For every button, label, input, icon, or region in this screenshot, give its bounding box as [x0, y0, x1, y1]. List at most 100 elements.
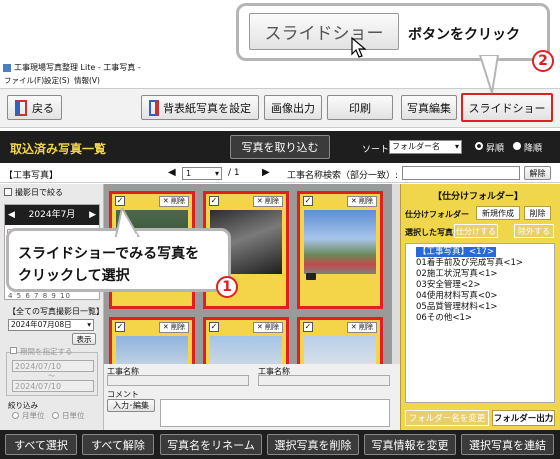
delete-selected-button[interactable]: 選択写真を削除 — [267, 434, 359, 455]
edit-photo-info-button[interactable]: 写真情報を変更 — [364, 434, 456, 455]
search-clear-button[interactable]: 解除 — [524, 166, 551, 180]
thumb-checkbox[interactable]: ✓ — [209, 322, 219, 332]
set-wallpaper-button[interactable]: 背表紙写真を設定 — [141, 95, 259, 120]
desc-label: 降順 — [524, 144, 543, 154]
photo-edit-button[interactable]: 写真編集 — [401, 95, 457, 120]
all-dates-label: 【全ての写真撮影日一覧】 — [8, 307, 104, 316]
thumb-checkbox[interactable]: ✓ — [209, 196, 219, 206]
deselect-all-button[interactable]: すべて解除 — [82, 434, 154, 455]
range-to-field[interactable]: 2024/07/10 — [12, 380, 94, 392]
date-select[interactable]: 2024年07月08日 ▾ — [8, 319, 94, 331]
thumb-delete-button[interactable]: ✕ 削除 — [346, 196, 377, 207]
menu-info[interactable]: 情報(V) — [74, 75, 100, 86]
thumb-delete-button[interactable]: ✕ 削除 — [158, 196, 189, 207]
image-output-button[interactable]: 画像出力 — [264, 95, 322, 120]
callout-slideshow-button: スライドショー — [249, 13, 399, 50]
radio-desc[interactable] — [513, 142, 521, 150]
chevron-down-icon: ▾ — [87, 320, 91, 329]
import-photos-button[interactable]: 写真を取り込む — [230, 135, 330, 159]
app-icon — [3, 64, 11, 72]
tree-item[interactable]: 02施工状況写真<1> — [416, 269, 554, 280]
callout-left-line1: スライドショーでみる写真を — [18, 246, 200, 262]
new-folder-button[interactable]: 新規作成 — [476, 206, 520, 220]
step-2-badge: 2 — [532, 50, 554, 72]
join-selected-button[interactable]: 選択写真を連結 — [461, 434, 554, 455]
back-button[interactable]: 戻る — [7, 95, 62, 120]
by-day-label: 日単位 — [62, 411, 85, 420]
photo-thumbnail — [210, 336, 282, 364]
range-checkbox[interactable] — [10, 347, 17, 354]
sort-label: ソート — [362, 145, 390, 155]
list-title: 取込済み写真一覧 — [10, 142, 107, 156]
thumb-checkbox[interactable]: ✓ — [115, 322, 125, 332]
date-filter-checkbox[interactable] — [4, 188, 12, 196]
tree-item[interactable]: 05品質管理材料<1> — [416, 302, 554, 313]
tree-item-root[interactable]: 【工事写真】<17> — [416, 247, 554, 258]
page-select[interactable]: 1 ▾ — [182, 167, 222, 180]
prev-page-icon[interactable]: ◀ — [168, 167, 176, 178]
slideshow-button[interactable]: スライドショー — [461, 93, 553, 122]
thumb-checkbox[interactable]: ✓ — [303, 322, 313, 332]
tree-item[interactable]: 06その他<1> — [416, 313, 554, 324]
rename-photos-button[interactable]: 写真名をリネーム — [160, 434, 262, 455]
menu-settings[interactable]: 設定(S) — [44, 75, 70, 86]
sort-folder-label: 仕分けフォルダー — [405, 210, 469, 219]
chevron-down-icon: ▾ — [214, 169, 219, 178]
radio-asc[interactable] — [475, 142, 483, 150]
thumb-checkbox[interactable]: ✓ — [303, 196, 313, 206]
put-in-folder-button[interactable]: 仕分けする — [454, 224, 498, 238]
menu-file[interactable]: ファイル(F) — [4, 75, 44, 86]
search-label: 工事名称検索（部分一致）: — [287, 171, 399, 181]
range-label: 期間を指定する — [20, 347, 73, 356]
thumbnail-card[interactable]: ✓ ✕ 削除 — [297, 317, 383, 364]
folder-output-button[interactable]: フォルダー出力 — [492, 410, 555, 426]
photo-thumbnail — [304, 336, 376, 364]
back-icon — [15, 99, 27, 116]
grid-scrollbar[interactable] — [392, 184, 400, 364]
callout-left-line2: クリックして選択 — [18, 268, 130, 284]
date-filter-label: 撮影日で絞る — [15, 188, 63, 197]
callout-left-pointer — [114, 208, 140, 238]
thumb-checkbox[interactable]: ✓ — [115, 196, 125, 206]
edit-comment-button[interactable]: 入力･編集 — [107, 399, 155, 412]
comment-field[interactable] — [160, 399, 390, 427]
thumb-delete-button[interactable]: ✕ 削除 — [158, 322, 189, 333]
select-all-button[interactable]: すべて選択 — [5, 434, 77, 455]
folder-icon — [306, 273, 316, 280]
show-button[interactable]: 表示 — [72, 333, 96, 345]
tree-item[interactable]: 03安全管理<2> — [416, 280, 554, 291]
folder-tree: 【工事写真】<17> 01着手前及び完成写真<1> 02施工状況写真<1> 03… — [405, 243, 555, 403]
exclude-button[interactable]: 除外する — [514, 224, 554, 238]
step-1-badge: 1 — [216, 276, 238, 298]
thumbnail-card[interactable]: ✓ ✕ 削除 — [109, 317, 195, 364]
koji-name-field-2[interactable] — [258, 375, 390, 386]
photo-thumbnail — [304, 210, 376, 274]
thumbnail-card[interactable]: ✓ ✕ 削除 — [297, 191, 383, 309]
thumb-delete-button[interactable]: ✕ 削除 — [346, 322, 377, 333]
prev-month-icon[interactable]: ◀ — [8, 205, 15, 225]
radio-month[interactable] — [12, 412, 19, 419]
rename-folder-button[interactable]: フォルダー名を変更 — [405, 410, 489, 426]
callout-top-text: ボタンをクリック — [408, 27, 520, 43]
thumbnail-card[interactable]: ✓ ✕ 削除 — [203, 317, 289, 364]
current-folder: 【工事写真】 — [4, 171, 59, 181]
tree-item[interactable]: 01着手前及び完成写真<1> — [416, 258, 554, 269]
wallpaper-icon — [149, 99, 159, 116]
next-month-icon[interactable]: ▶ — [89, 205, 96, 225]
photo-thumbnail — [116, 336, 188, 364]
delete-folder-button[interactable]: 削除 — [524, 206, 551, 220]
next-page-icon[interactable]: ▶ — [262, 167, 270, 178]
calendar-header: ◀ 2024年7月 ▶ — [5, 205, 99, 225]
cursor-icon — [351, 36, 367, 58]
tree-item[interactable]: 04使用材料写真<0> — [416, 291, 554, 302]
asc-label: 昇順 — [486, 144, 505, 154]
calendar-days[interactable]: 4 5 6 7 8 9 10 — [8, 292, 71, 300]
thumb-delete-button[interactable]: ✕ 削除 — [252, 322, 283, 333]
page-total: / 1 — [228, 168, 240, 178]
search-input[interactable] — [402, 166, 520, 180]
sort-select[interactable]: フォルダー名 ▾ — [389, 140, 462, 154]
thumb-delete-button[interactable]: ✕ 削除 — [252, 196, 283, 207]
print-button[interactable]: 印刷 — [327, 95, 393, 120]
radio-day[interactable] — [52, 412, 59, 419]
koji-name-field-1[interactable] — [107, 375, 249, 386]
